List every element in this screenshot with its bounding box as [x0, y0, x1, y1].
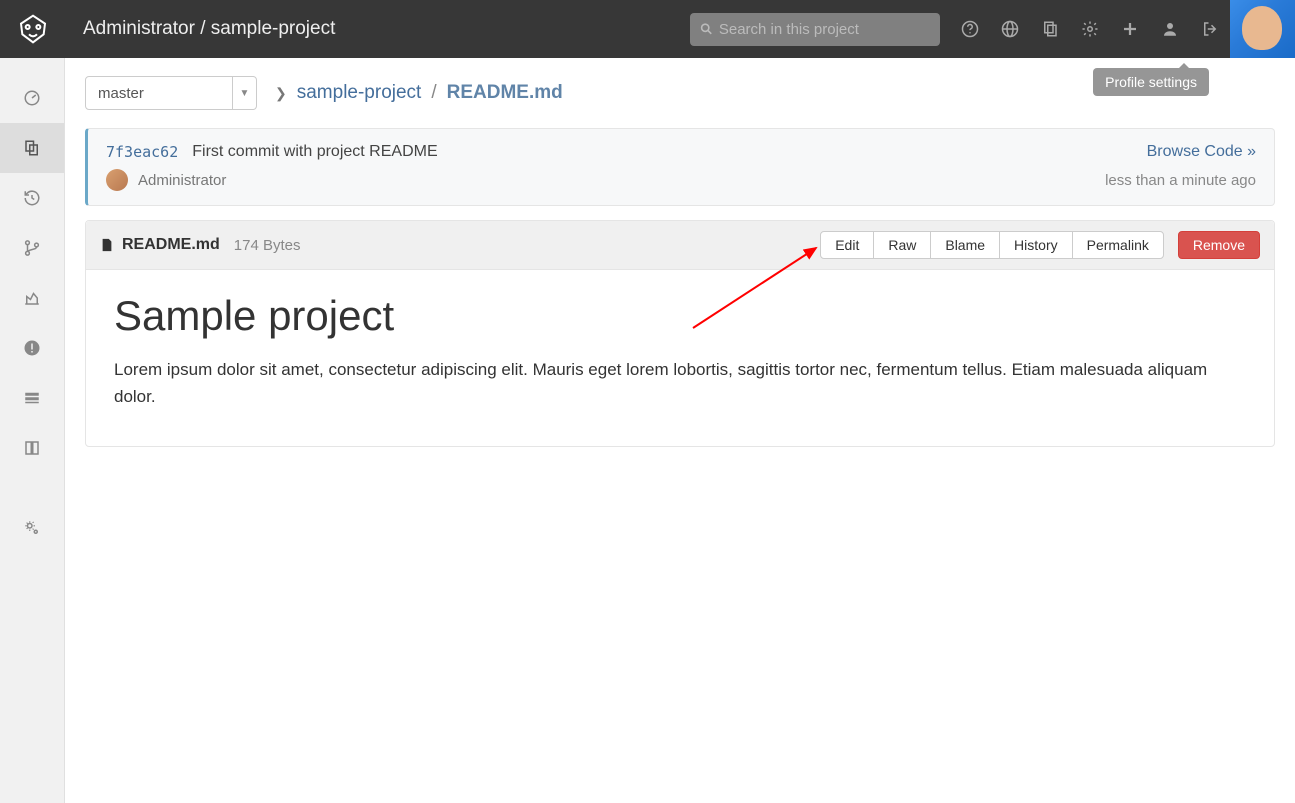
- commit-message: First commit with project README: [192, 143, 437, 161]
- header-actions: [950, 0, 1230, 58]
- user-avatar[interactable]: [1230, 0, 1295, 58]
- commit-author-avatar: [106, 169, 128, 191]
- user-icon[interactable]: [1150, 0, 1190, 58]
- breadcrumb-separator: /: [431, 82, 436, 104]
- commit-author: Administrator: [138, 172, 226, 189]
- file-content: Sample project Lorem ipsum dolor sit ame…: [86, 270, 1274, 446]
- search-box[interactable]: [690, 13, 940, 46]
- file-name: README.md: [122, 236, 220, 254]
- signout-icon[interactable]: [1190, 0, 1230, 58]
- sidebar-item-merge[interactable]: [0, 373, 64, 423]
- globe-icon[interactable]: [990, 0, 1030, 58]
- commit-hash[interactable]: 7f3eac62: [106, 143, 178, 161]
- sidebar-nav: [0, 58, 65, 803]
- sidebar-item-files[interactable]: [0, 123, 64, 173]
- readme-heading: Sample project: [114, 292, 1246, 340]
- copy-icon[interactable]: [1030, 0, 1070, 58]
- sidebar-item-branches[interactable]: [0, 223, 64, 273]
- permalink-button[interactable]: Permalink: [1072, 231, 1164, 259]
- raw-button[interactable]: Raw: [873, 231, 931, 259]
- sidebar-item-graphs[interactable]: [0, 273, 64, 323]
- breadcrumb: ❯ sample-project / README.md: [275, 82, 563, 104]
- help-icon[interactable]: [950, 0, 990, 58]
- readme-body: Lorem ipsum dolor sit amet, consectetur …: [114, 356, 1246, 410]
- top-header: Administrator / sample-project: [0, 0, 1295, 58]
- main-content: master ▼ ❯ sample-project / README.md 7f…: [65, 58, 1295, 803]
- blame-button[interactable]: Blame: [930, 231, 1000, 259]
- sidebar-item-dashboard[interactable]: [0, 73, 64, 123]
- search-input[interactable]: [719, 21, 930, 38]
- history-button[interactable]: History: [999, 231, 1073, 259]
- branch-select-label: master: [86, 85, 232, 102]
- edit-button[interactable]: Edit: [820, 231, 874, 259]
- file-header: README.md 174 Bytes Edit Raw Blame Histo…: [86, 221, 1274, 270]
- commit-time: less than a minute ago: [1105, 172, 1256, 189]
- file-size: 174 Bytes: [234, 237, 301, 254]
- settings-icon[interactable]: [1070, 0, 1110, 58]
- profile-settings-tooltip: Profile settings: [1093, 68, 1209, 96]
- file-actions: Edit Raw Blame History Permalink Remove: [820, 231, 1260, 259]
- breadcrumb-project-link[interactable]: sample-project: [297, 82, 422, 104]
- chevron-down-icon: ▼: [232, 77, 256, 109]
- project-title[interactable]: Administrator / sample-project: [83, 18, 335, 40]
- remove-button[interactable]: Remove: [1178, 231, 1260, 259]
- plus-icon[interactable]: [1110, 0, 1150, 58]
- sidebar-item-history[interactable]: [0, 173, 64, 223]
- search-icon: [700, 22, 713, 36]
- commit-panel: 7f3eac62 First commit with project READM…: [85, 128, 1275, 206]
- sidebar-item-wiki[interactable]: [0, 423, 64, 473]
- branch-select[interactable]: master ▼: [85, 76, 257, 110]
- file-viewer: README.md 174 Bytes Edit Raw Blame Histo…: [85, 220, 1275, 447]
- breadcrumb-current-file: README.md: [447, 82, 563, 104]
- browse-code-link[interactable]: Browse Code »: [1147, 143, 1256, 161]
- sidebar-item-issues[interactable]: [0, 323, 64, 373]
- chevron-right-icon: ❯: [275, 85, 287, 102]
- sidebar-item-settings[interactable]: [0, 503, 64, 553]
- app-logo[interactable]: [0, 0, 65, 58]
- file-icon: [100, 237, 114, 253]
